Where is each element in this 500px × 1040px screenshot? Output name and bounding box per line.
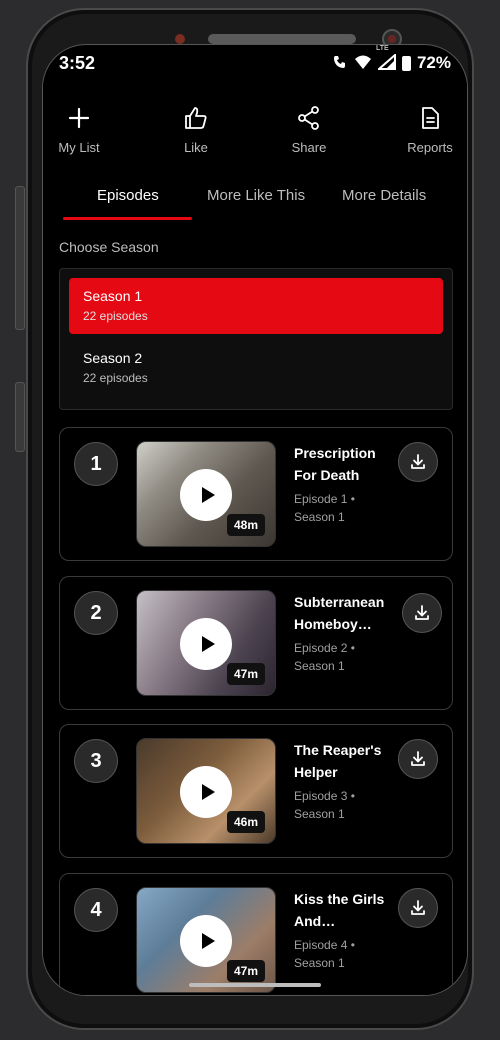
episode-title: Subterranean Homeboy… [294, 594, 385, 632]
battery-icon [401, 55, 411, 71]
share-button[interactable]: Share [269, 105, 349, 157]
download-button[interactable] [398, 739, 438, 779]
episode-title: Prescription For Death [294, 445, 376, 483]
my-list-button[interactable]: My List [43, 105, 119, 157]
season-label: Season 1 [294, 956, 345, 970]
content-area: My List Like Share Reports Episodes More… [43, 83, 467, 995]
play-icon[interactable] [180, 469, 232, 521]
action-row: My List Like Share Reports [43, 105, 467, 165]
season-option-1[interactable]: Season 1 22 episodes [69, 278, 443, 334]
download-icon [411, 454, 425, 469]
season-label: Season 1 [294, 807, 345, 821]
season-episode-count: 22 episodes [83, 309, 148, 323]
play-icon[interactable] [180, 618, 232, 670]
tab-bar: Episodes More Like This More Details [43, 187, 467, 223]
episode-title: The Reaper's Helper [294, 742, 382, 780]
tab-episodes[interactable]: Episodes [97, 187, 159, 204]
season-episode-count: 22 episodes [83, 371, 148, 385]
episode-label: Episode 3 • [294, 789, 355, 803]
episode-title: Kiss the Girls And… [294, 891, 385, 929]
power-side-button [15, 186, 25, 330]
season-selector: Season 1 22 episodes Season 2 22 episode… [59, 268, 453, 410]
plus-icon [68, 107, 90, 129]
home-indicator[interactable] [189, 983, 321, 987]
speaker-grille [208, 34, 356, 44]
episode-number: 4 [74, 888, 118, 932]
download-icon [411, 751, 425, 766]
episode-thumbnail[interactable]: 48m [136, 441, 276, 547]
episode-card[interactable]: 4 47m Kiss the Girls And… Episode 4 • Se… [59, 873, 453, 995]
status-time: 3:52 [59, 53, 96, 73]
episode-duration: 47m [226, 663, 265, 685]
episode-number: 2 [74, 591, 118, 635]
like-label: Like [184, 140, 208, 155]
season-label: Season 1 [294, 659, 345, 673]
episode-label: Episode 4 • [294, 938, 355, 952]
wifi-icon [354, 54, 372, 73]
my-list-label: My List [58, 140, 100, 155]
tab-more-like-this[interactable]: More Like This [207, 187, 305, 204]
phone-screen: 3:52 LTE 72% My List Like Share Reports … [42, 44, 468, 996]
wifi-call-icon [332, 54, 348, 73]
tab-more-details[interactable]: More Details [342, 187, 426, 204]
episode-card[interactable]: 1 48m Prescription For Death Episode 1 •… [59, 427, 453, 561]
share-label: Share [291, 140, 327, 155]
download-button[interactable] [398, 442, 438, 482]
share-icon [298, 106, 319, 130]
episode-duration: 46m [226, 811, 265, 833]
volume-side-button [15, 382, 25, 452]
episode-card[interactable]: 3 46m The Reaper's Helper Episode 3 • Se… [59, 724, 453, 858]
battery-percentage: 72% [416, 53, 451, 72]
season-name: Season 2 [83, 350, 143, 366]
download-button[interactable] [398, 888, 438, 928]
like-button[interactable]: Like [156, 105, 236, 157]
episode-meta: Episode 1 • Season 1 [294, 490, 384, 526]
network-type-label: LTE [375, 44, 389, 52]
episode-duration: 47m [226, 960, 265, 982]
episode-label: Episode 2 • [294, 641, 355, 655]
episode-thumbnail[interactable]: 47m [136, 590, 276, 696]
season-name: Season 1 [83, 288, 143, 304]
episode-number: 1 [74, 442, 118, 486]
episode-label: Episode 1 • [294, 492, 355, 506]
season-label: Season 1 [294, 510, 345, 524]
sensor-dot [175, 34, 185, 44]
episode-meta: Episode 2 • Season 1 [294, 639, 384, 675]
status-icons: LTE 72% [332, 45, 451, 73]
season-option-2[interactable]: Season 2 22 episodes [69, 340, 443, 396]
reports-button[interactable]: Reports [390, 105, 467, 157]
active-tab-indicator [63, 217, 192, 220]
episode-thumbnail[interactable]: 47m [136, 887, 276, 993]
play-icon[interactable] [180, 766, 232, 818]
reports-label: Reports [407, 140, 453, 155]
episode-number: 3 [74, 739, 118, 783]
choose-season-label: Choose Season [59, 239, 159, 255]
document-icon [422, 107, 439, 129]
download-icon [411, 900, 425, 915]
episode-thumbnail[interactable]: 46m [136, 738, 276, 844]
episode-meta: Episode 3 • Season 1 [294, 787, 384, 823]
download-icon [415, 605, 429, 620]
signal-icon: LTE [376, 45, 396, 73]
episode-duration: 48m [226, 514, 265, 536]
thumbs-up-icon [185, 107, 207, 129]
download-button[interactable] [402, 593, 442, 633]
episode-card[interactable]: 2 47m Subterranean Homeboy… Episode 2 • … [59, 576, 453, 710]
status-bar: 3:52 LTE 72% [43, 45, 467, 83]
play-icon[interactable] [180, 915, 232, 967]
episode-meta: Episode 4 • Season 1 [294, 936, 384, 972]
